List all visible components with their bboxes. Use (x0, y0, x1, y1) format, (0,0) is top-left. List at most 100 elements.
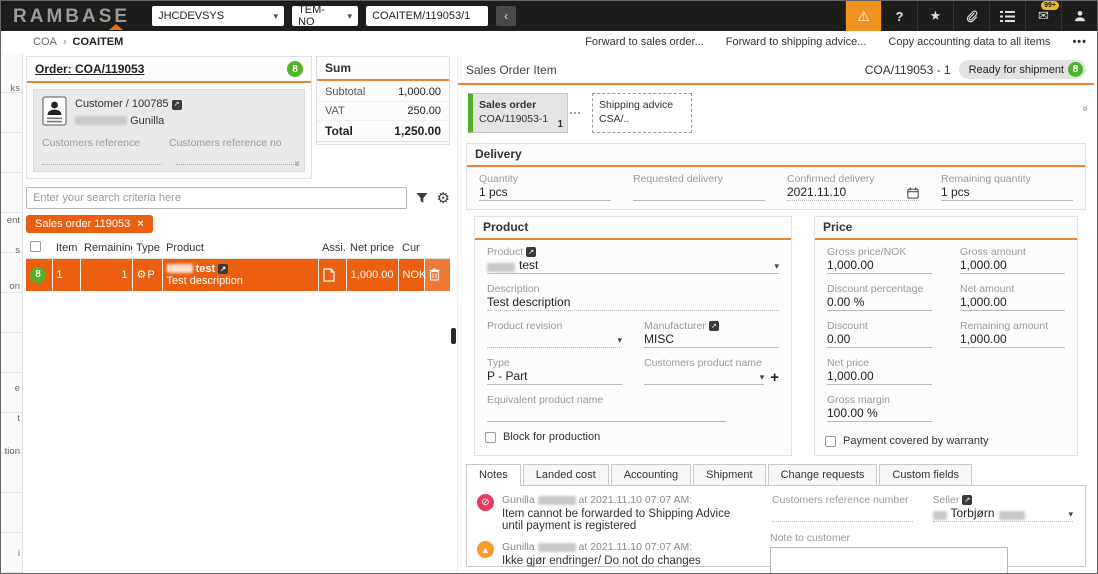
open-seller-icon[interactable] (962, 495, 972, 505)
row-product-name[interactable]: test (196, 263, 216, 275)
panel-splitter[interactable] (450, 56, 457, 573)
collapsed-sidebar[interactable]: ks ent s on e t tion i (1, 53, 23, 573)
quantity-field[interactable]: Quantity 1 pcs (477, 173, 613, 201)
workflow-next-step[interactable]: Shipping advice CSA/.. (592, 93, 692, 133)
requested-delivery-field[interactable]: Requested delivery (631, 173, 767, 201)
note-to-customer-textarea[interactable] (770, 547, 1008, 574)
sidebar-fragment[interactable]: tion (5, 446, 20, 457)
filter-funnel-icon[interactable] (415, 191, 429, 205)
document-id-input[interactable] (366, 6, 488, 26)
sidebar-fragment[interactable]: e (15, 383, 20, 394)
sidebar-fragment[interactable]: s (15, 245, 20, 256)
copy-accounting-link[interactable]: Copy accounting data to all items (888, 36, 1050, 48)
add-customers-product-name-button[interactable]: + (770, 370, 779, 385)
detail-tabs: Notes Landed cost Accounting Shipment Ch… (466, 464, 1086, 485)
user-profile-icon[interactable] (1061, 1, 1097, 31)
search-input[interactable] (26, 187, 407, 209)
open-manufacturer-icon[interactable] (709, 321, 719, 331)
expand-card-chevron-icon[interactable]: « (292, 161, 303, 167)
discount-field[interactable]: Discount 0.00 (825, 320, 934, 348)
col-type[interactable]: Type (132, 238, 162, 259)
sum-title: Sum (325, 61, 351, 75)
chevron-down-icon[interactable] (760, 369, 765, 383)
col-net-price[interactable]: Net price (346, 238, 398, 259)
system-select[interactable]: JHCDEVSYS (152, 6, 284, 26)
confirmed-delivery-field[interactable]: Confirmed delivery 2021.11.10 (785, 173, 921, 201)
locale-select[interactable]: TEM-NO (292, 6, 358, 26)
table-row[interactable]: 8 1 1 P test Test description (26, 259, 450, 291)
description-field[interactable]: Description Test description (485, 283, 781, 311)
breadcrumb-parent[interactable]: COA (33, 36, 57, 48)
seller-label: Seller (933, 494, 960, 506)
collapse-workflow-chevron-icon[interactable]: « (1080, 106, 1091, 112)
remaining-amount-label: Remaining amount (960, 320, 1065, 332)
messages-envelope-icon[interactable]: ✉ 99+ (1025, 1, 1061, 31)
col-product[interactable]: Product (162, 238, 318, 259)
type-field[interactable]: Type P - Part (485, 357, 624, 385)
chevron-down-icon[interactable] (1068, 506, 1073, 520)
rambase-logo[interactable]: RAMBASE (13, 7, 130, 26)
discount-percentage-field[interactable]: Discount percentage 0.00 % (825, 283, 934, 311)
block-for-production-checkbox[interactable] (485, 432, 496, 443)
open-product-icon[interactable] (218, 264, 228, 274)
sidebar-fragment[interactable]: on (9, 281, 20, 292)
product-revision-field[interactable]: Product revision (485, 320, 624, 348)
seller-field[interactable]: Seller Torbjørn (931, 494, 1076, 522)
remaining-quantity-field[interactable]: Remaining quantity 1 pcs (939, 173, 1075, 201)
customers-product-name-field[interactable]: Customers product name + (642, 357, 781, 385)
warning-icon[interactable]: ⚠ (845, 1, 881, 31)
splitter-drag-handle[interactable] (451, 328, 456, 344)
product-field[interactable]: Product test (485, 246, 781, 274)
block-for-production-row: Block for production (485, 431, 781, 443)
customer-card: Customer / 100785 Gunilla Customers ref (33, 89, 305, 172)
settings-gear-icon[interactable]: ⚙ (437, 189, 450, 207)
col-currency[interactable]: Cur (398, 238, 424, 259)
equivalent-product-name-field[interactable]: Equivalent product name (485, 394, 728, 422)
payment-warranty-checkbox[interactable] (825, 436, 836, 447)
manufacturer-field[interactable]: Manufacturer MISC (642, 320, 781, 348)
sidebar-fragment[interactable]: ks (11, 83, 21, 94)
customers-reference-field[interactable] (42, 161, 162, 165)
tab-accounting[interactable]: Accounting (611, 464, 691, 485)
sidebar-fragment[interactable]: ent (7, 215, 20, 226)
chevron-down-icon[interactable] (774, 258, 779, 272)
sidebar-fragment[interactable]: t (17, 413, 20, 424)
open-customer-icon[interactable] (172, 100, 182, 110)
workflow-current-step[interactable]: Sales order COA/119053-1 1 (468, 93, 568, 133)
more-actions-button[interactable]: ••• (1072, 36, 1087, 48)
description-label: Description (487, 283, 779, 295)
attachment-paperclip-icon[interactable] (953, 1, 989, 31)
gross-price-field[interactable]: Gross price/NOK 1,000.00 (825, 246, 934, 274)
sidebar-fragment[interactable]: i (18, 548, 20, 559)
tab-custom-fields[interactable]: Custom fields (879, 464, 972, 485)
product-revision-label: Product revision (487, 320, 622, 332)
tab-shipment[interactable]: Shipment (693, 464, 765, 485)
menu-list-icon[interactable] (989, 1, 1025, 31)
tab-notes[interactable]: Notes (466, 464, 521, 486)
tab-change-requests[interactable]: Change requests (768, 464, 878, 485)
favorites-star-icon[interactable]: ★ (917, 1, 953, 31)
help-icon[interactable]: ? (881, 1, 917, 31)
col-item[interactable]: Item (52, 238, 80, 259)
open-product-icon[interactable] (526, 247, 536, 257)
customers-reference-number-field[interactable]: Customers reference number (770, 494, 915, 522)
calendar-icon[interactable] (907, 187, 919, 199)
tab-landed-cost[interactable]: Landed cost (523, 464, 609, 485)
product-section-title: Product (475, 217, 791, 240)
remove-filter-icon[interactable]: × (137, 218, 143, 230)
order-title-link[interactable]: Order: COA/119053 (35, 62, 144, 76)
col-assigned[interactable]: Assi... (318, 238, 346, 259)
remaining-quantity-value: 1 pcs (941, 185, 970, 199)
row-assigned[interactable] (318, 259, 346, 291)
row-delete[interactable] (424, 259, 450, 291)
filter-tag[interactable]: Sales order 119053 × (26, 215, 153, 233)
back-button[interactable]: ‹ (496, 6, 516, 26)
forward-to-shipping-advice-link[interactable]: Forward to shipping advice... (726, 36, 867, 48)
chevron-down-icon[interactable] (617, 332, 622, 346)
col-remaining[interactable]: Remaining (80, 238, 132, 259)
customers-reference-no-field[interactable] (176, 161, 296, 165)
description-value: Test description (487, 295, 570, 309)
select-all-checkbox[interactable] (30, 241, 41, 252)
sum-panel: Sum Subtotal 1,000.00 VAT 250.00 (316, 56, 450, 145)
forward-to-sales-order-link[interactable]: Forward to sales order... (585, 36, 704, 48)
